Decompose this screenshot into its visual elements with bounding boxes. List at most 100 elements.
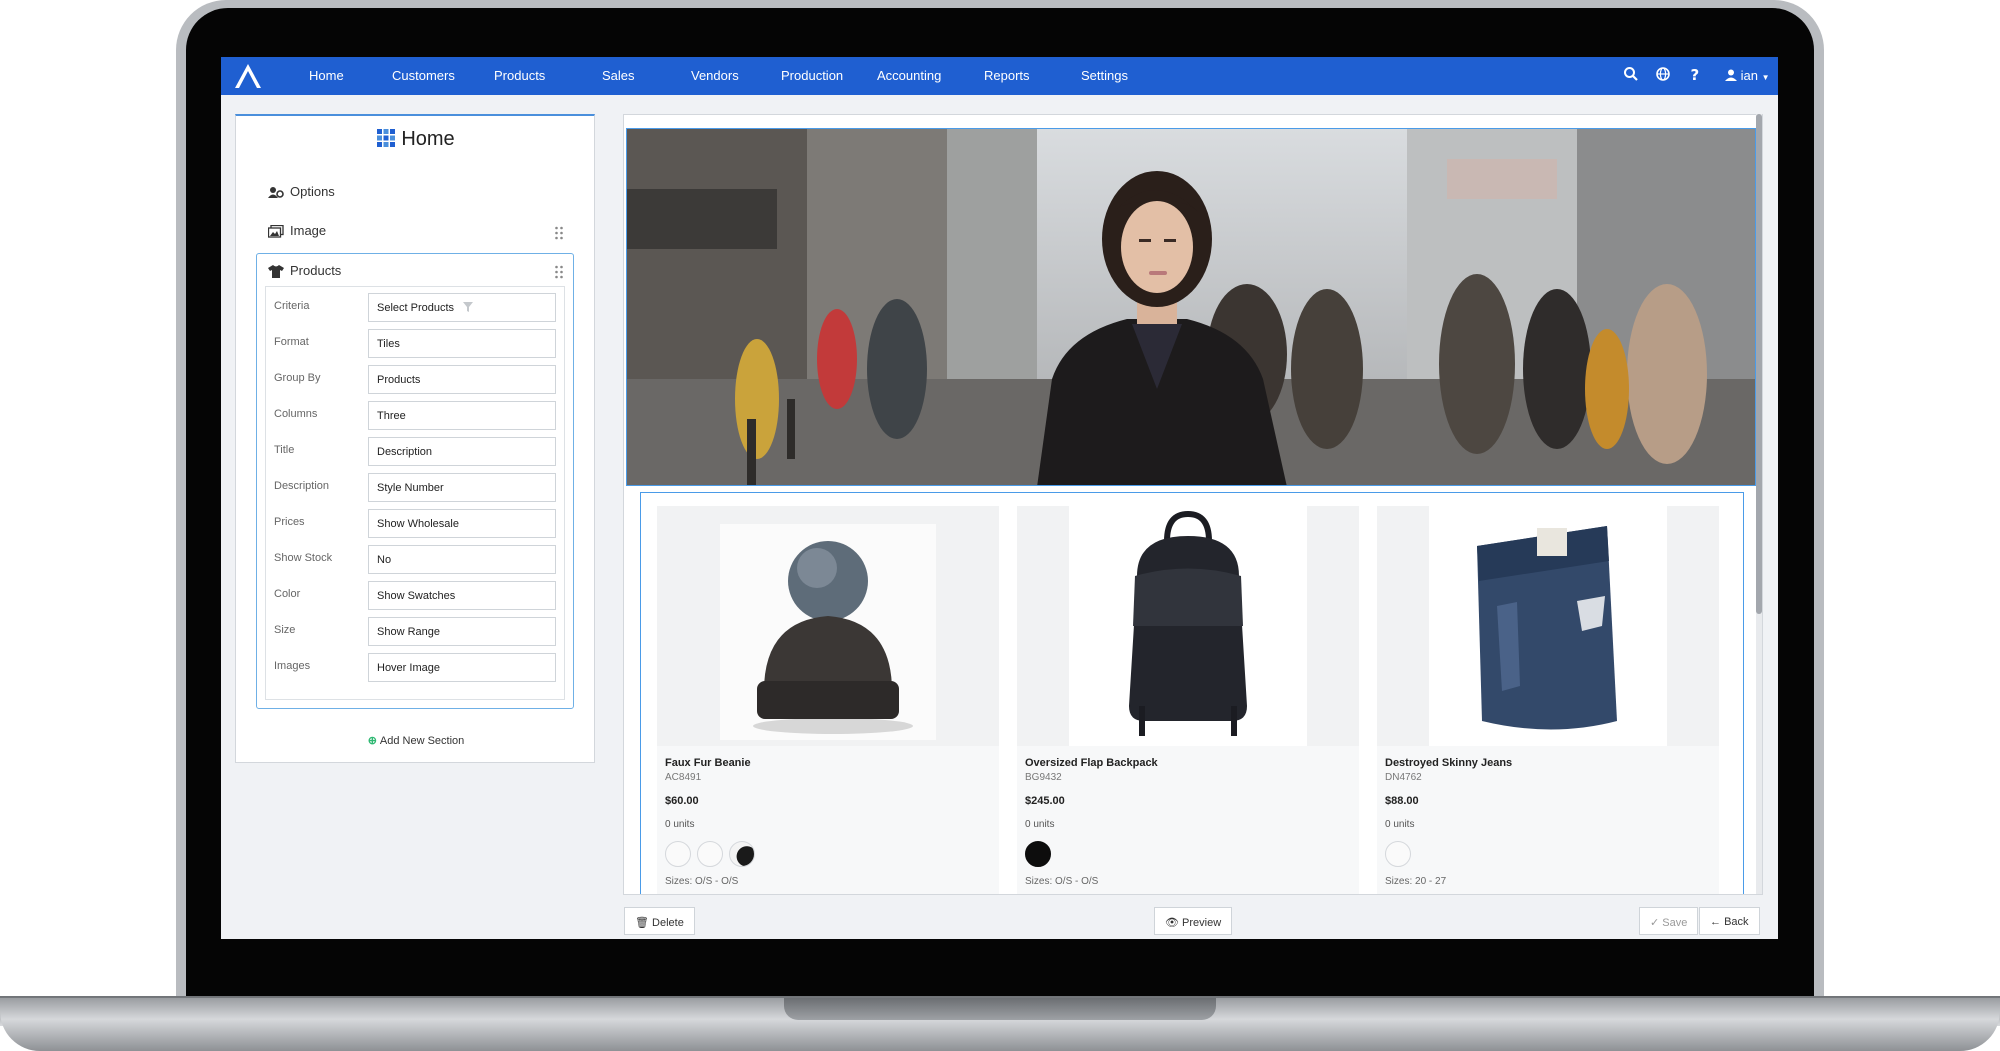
section-options-label: Options <box>290 184 335 199</box>
nav-home[interactable]: Home <box>309 68 344 83</box>
criteria-select[interactable]: Select Products <box>368 293 556 322</box>
add-section-button[interactable]: ⊕ Add New Section <box>236 734 596 747</box>
product-code: DN4762 <box>1385 772 1422 783</box>
tshirt-icon <box>268 265 284 278</box>
save-button[interactable]: ✓ Save <box>1639 907 1699 935</box>
trash-icon: 🗑 <box>635 917 649 929</box>
product-sizes: Sizes: O/S - O/S <box>1025 876 1099 887</box>
color-swatch[interactable] <box>1025 841 1051 867</box>
user-name: ian <box>1740 68 1758 83</box>
user-menu[interactable]: ian ▼ <box>1725 68 1770 83</box>
panel-title: Home <box>236 128 596 151</box>
drag-handle-icon[interactable] <box>554 226 564 240</box>
save-label: Save <box>1662 917 1688 929</box>
product-card[interactable]: Destroyed Skinny Jeans DN4762 $88.00 0 u… <box>1377 506 1719 894</box>
product-units: 0 units <box>1025 819 1055 830</box>
caret-down-icon: ▼ <box>1761 73 1770 82</box>
size-select[interactable]: Show Range <box>368 617 556 646</box>
product-card[interactable]: Faux Fur Beanie AC8491 $60.00 0 units Si… <box>657 506 999 894</box>
nav-vendors[interactable]: Vendors <box>691 68 739 83</box>
products-settings-form: Criteria Select Products Format Tiles Gr… <box>265 286 565 700</box>
product-image <box>1017 506 1359 746</box>
product-code: AC8491 <box>665 772 702 783</box>
product-sizes: Sizes: 20 - 27 <box>1385 876 1447 887</box>
section-image-label: Image <box>290 223 327 238</box>
beanie-image <box>720 524 936 740</box>
svg-text:?: ? <box>1691 66 1700 82</box>
field-label: Description <box>274 480 330 492</box>
color-swatch[interactable] <box>1385 841 1411 867</box>
field-label: Show Stock <box>274 552 333 564</box>
street-photo-image <box>627 129 1755 485</box>
preview-label: Preview <box>1182 917 1222 929</box>
product-units: 0 units <box>1385 819 1415 830</box>
color-swatch[interactable] <box>729 841 755 867</box>
field-label: Size <box>274 624 296 636</box>
prices-select[interactable]: Show Wholesale <box>368 509 556 538</box>
app-screen: Home Customers Products Sales Vendors Pr… <box>221 57 1778 939</box>
color-swatch[interactable] <box>665 841 691 867</box>
product-name: Oversized Flap Backpack <box>1025 757 1158 769</box>
grid-icon <box>377 129 396 147</box>
delete-button[interactable]: 🗑 Delete <box>624 907 695 935</box>
images-select[interactable]: Hover Image <box>368 653 556 682</box>
hero-image[interactable] <box>626 128 1756 486</box>
field-label: Title <box>274 444 295 456</box>
product-image <box>657 506 999 746</box>
group-by-select[interactable]: Products <box>368 365 556 394</box>
format-select[interactable]: Tiles <box>368 329 556 358</box>
section-products-expanded: Products Criteria Select Products Format… <box>256 253 574 709</box>
eye-icon: 👁 <box>1165 917 1179 929</box>
back-label: Back <box>1724 916 1749 928</box>
nav-settings[interactable]: Settings <box>1081 68 1128 83</box>
preview-button[interactable]: 👁 Preview <box>1154 907 1233 935</box>
title-select[interactable]: Description <box>368 437 556 466</box>
field-label: Criteria <box>274 300 310 312</box>
section-image[interactable]: Image <box>267 223 327 238</box>
arrow-left-icon: ← <box>1710 916 1721 928</box>
section-products[interactable]: Products <box>268 263 341 278</box>
drag-handle-icon[interactable] <box>554 265 564 279</box>
field-label: Format <box>274 336 309 348</box>
section-options[interactable]: Options <box>268 184 335 199</box>
user-icon <box>1725 69 1737 81</box>
delete-label: Delete <box>652 917 684 929</box>
filter-icon <box>463 302 474 312</box>
product-price: $88.00 <box>1385 795 1419 807</box>
globe-icon[interactable] <box>1655 66 1671 82</box>
product-code: BG9432 <box>1025 772 1062 783</box>
preview-scrollbar-thumb[interactable] <box>1756 114 1762 614</box>
field-label: Group By <box>274 372 321 384</box>
show-stock-select[interactable]: No <box>368 545 556 574</box>
jeans-image <box>1429 506 1667 746</box>
field-label: Images <box>274 660 311 672</box>
backpack-image <box>1069 506 1307 746</box>
nav-customers[interactable]: Customers <box>392 68 455 83</box>
product-card[interactable]: Oversized Flap Backpack BG9432 $245.00 0… <box>1017 506 1359 894</box>
nav-sales[interactable]: Sales <box>602 68 635 83</box>
product-price: $60.00 <box>665 795 699 807</box>
back-button[interactable]: ← Back <box>1699 907 1760 935</box>
field-label: Columns <box>274 408 318 420</box>
color-select[interactable]: Show Swatches <box>368 581 556 610</box>
nav-accounting[interactable]: Accounting <box>877 68 941 83</box>
laptop-notch <box>784 998 1216 1020</box>
columns-select[interactable]: Three <box>368 401 556 430</box>
nav-production[interactable]: Production <box>781 68 843 83</box>
product-name: Faux Fur Beanie <box>665 757 751 769</box>
users-cog-icon <box>268 187 284 198</box>
plus-icon: ⊕ <box>367 735 377 747</box>
product-sizes: Sizes: O/S - O/S <box>665 876 739 887</box>
product-image <box>1377 506 1719 746</box>
color-swatch[interactable] <box>697 841 723 867</box>
product-price: $245.00 <box>1025 795 1065 807</box>
section-products-label: Products <box>290 263 342 278</box>
add-section-label: Add New Section <box>379 735 465 747</box>
criteria-value: Select Products <box>377 302 455 314</box>
nav-reports[interactable]: Reports <box>984 68 1030 83</box>
app-logo-icon[interactable] <box>233 62 263 90</box>
description-select[interactable]: Style Number <box>368 473 556 502</box>
search-icon[interactable] <box>1623 66 1639 82</box>
help-icon[interactable]: ? <box>1687 66 1703 82</box>
nav-products[interactable]: Products <box>494 68 545 83</box>
